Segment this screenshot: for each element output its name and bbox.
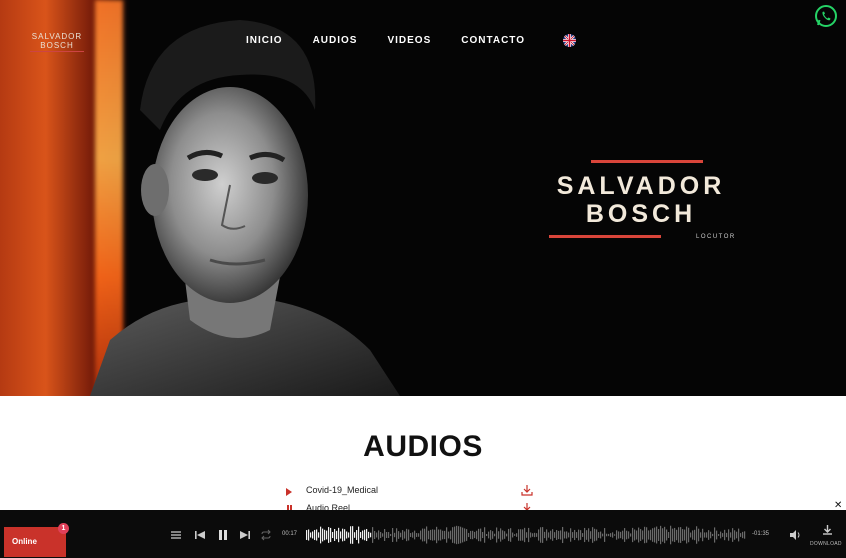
- online-label: Online: [12, 537, 37, 546]
- notification-badge: 1: [58, 523, 69, 534]
- portrait-photo: [90, 20, 400, 396]
- elapsed-time: 00:17: [282, 531, 298, 537]
- brand-role: LOCUTOR: [696, 234, 736, 240]
- logo-underline: [30, 51, 84, 52]
- download-label: DOWNLOAD: [810, 541, 842, 547]
- track-row[interactable]: Covid-19_Medical: [286, 485, 536, 501]
- previous-icon[interactable]: [194, 529, 206, 541]
- brand-name-line2: BOSCH: [585, 200, 697, 228]
- section-title: AUDIOS: [363, 430, 483, 463]
- volume-icon[interactable]: [789, 529, 802, 541]
- nav-item-inicio[interactable]: INICIO: [246, 35, 283, 46]
- whatsapp-icon[interactable]: [814, 4, 838, 28]
- main-nav: INICIO AUDIOS VIDEOS CONTACTO: [246, 35, 555, 46]
- next-icon[interactable]: [239, 529, 251, 541]
- online-chat-button[interactable]: Online: [4, 527, 66, 557]
- site-logo[interactable]: SALVADOR BOSCH: [28, 32, 86, 53]
- remaining-time: -01:35: [752, 531, 770, 537]
- logo-line2: BOSCH: [40, 41, 74, 50]
- download-icon[interactable]: [521, 484, 533, 496]
- pause-icon[interactable]: [217, 529, 229, 541]
- nav-item-contacto[interactable]: CONTACTO: [461, 35, 525, 46]
- brand-top-bar: [591, 160, 703, 163]
- download-icon[interactable]: [822, 525, 833, 537]
- hero-banner: SALVADOR BOSCH INICIO AUDIOS VIDEOS CONT…: [0, 0, 846, 396]
- nav-item-audios[interactable]: AUDIOS: [313, 35, 358, 46]
- waveform-progress[interactable]: [306, 524, 746, 546]
- brand-bottom-bar: [549, 235, 661, 238]
- repeat-icon[interactable]: [260, 529, 272, 541]
- brand-name-line1: SALVADOR: [556, 172, 726, 200]
- logo-line1: SALVADOR: [31, 32, 83, 41]
- uk-flag-icon[interactable]: [563, 34, 576, 47]
- play-icon[interactable]: [286, 488, 292, 496]
- track-name[interactable]: Covid-19_Medical: [306, 485, 378, 495]
- nav-item-videos[interactable]: VIDEOS: [387, 35, 431, 46]
- audio-player-bar: Online 1 00:17 -01:35 DOWNLOAD: [0, 510, 846, 558]
- playlist-icon[interactable]: [170, 529, 182, 541]
